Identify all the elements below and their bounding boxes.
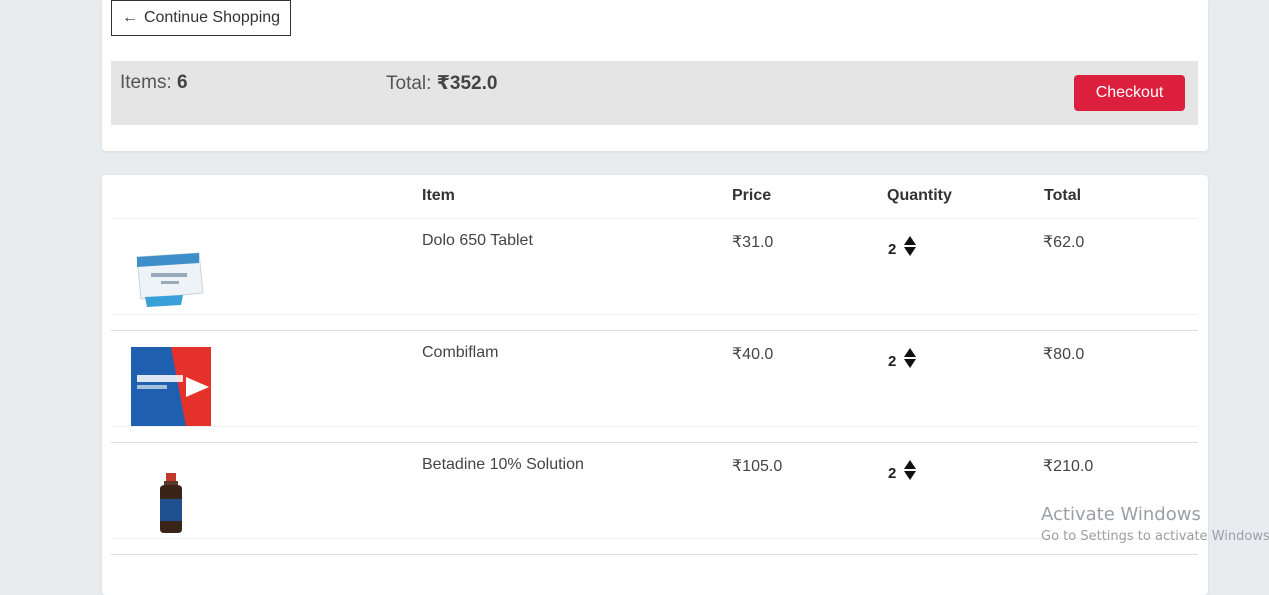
increment-icon[interactable] bbox=[904, 347, 917, 357]
item-price: ₹105.0 bbox=[732, 458, 783, 475]
table-row: Combiflam ₹40.0 2 ₹80.0 bbox=[111, 331, 1198, 443]
items-count: Items: 6 bbox=[120, 72, 188, 94]
increment-icon[interactable] bbox=[904, 459, 917, 469]
item-total: ₹210.0 bbox=[1043, 458, 1094, 475]
quantity-value: 2 bbox=[888, 353, 897, 370]
continue-shopping-label: Continue Shopping bbox=[143, 9, 281, 26]
items-count-value: 6 bbox=[177, 72, 188, 93]
decrement-icon[interactable] bbox=[904, 470, 917, 480]
activate-windows-watermark: Activate Windows Go to Settings to activ… bbox=[1041, 504, 1269, 544]
item-name: Dolo 650 Tablet bbox=[422, 232, 533, 249]
increment-icon[interactable] bbox=[904, 235, 917, 245]
table-row: Dolo 650 Tablet ₹31.0 2 ₹62.0 bbox=[111, 219, 1198, 331]
item-price: ₹31.0 bbox=[732, 234, 774, 251]
header-item: Item bbox=[422, 187, 455, 204]
item-name: Combiflam bbox=[422, 344, 499, 361]
quantity-value: 2 bbox=[888, 241, 897, 258]
product-image-combiflam bbox=[131, 347, 211, 427]
header-price: Price bbox=[732, 187, 772, 204]
watermark-title: Activate Windows bbox=[1041, 504, 1201, 525]
item-name: Betadine 10% Solution bbox=[422, 456, 584, 473]
row-divider bbox=[111, 314, 1198, 315]
quantity-stepper[interactable]: 2 bbox=[888, 457, 917, 482]
continue-shopping-button[interactable]: ← Continue Shopping bbox=[111, 0, 291, 36]
item-price: ₹40.0 bbox=[732, 346, 774, 363]
watermark-subtitle: Go to Settings to activate Windows. bbox=[1041, 529, 1269, 544]
quantity-value: 2 bbox=[888, 465, 897, 482]
total-value: ₹352.0 bbox=[436, 73, 498, 94]
item-total: ₹80.0 bbox=[1043, 346, 1085, 363]
item-total: ₹62.0 bbox=[1043, 234, 1085, 251]
checkout-button[interactable]: Checkout bbox=[1074, 75, 1185, 111]
header-total: Total bbox=[1044, 187, 1082, 204]
decrement-icon[interactable] bbox=[904, 246, 917, 256]
quantity-spinner[interactable] bbox=[904, 235, 917, 256]
cart-total: Total: ₹352.0 bbox=[386, 72, 497, 95]
row-divider bbox=[111, 426, 1198, 427]
product-image-dolo bbox=[131, 235, 211, 315]
quantity-stepper[interactable]: 2 bbox=[888, 345, 917, 370]
quantity-stepper[interactable]: 2 bbox=[888, 233, 917, 258]
row-divider bbox=[111, 538, 1198, 539]
header-quantity: Quantity bbox=[887, 187, 952, 204]
row-divider bbox=[111, 554, 1198, 555]
table-row: Betadine 10% Solution ₹105.0 2 ₹210.0 bbox=[111, 443, 1198, 555]
quantity-spinner[interactable] bbox=[904, 347, 917, 368]
decrement-icon[interactable] bbox=[904, 358, 917, 368]
quantity-spinner[interactable] bbox=[904, 459, 917, 480]
product-image-betadine bbox=[131, 459, 211, 539]
items-label: Items: bbox=[120, 72, 172, 93]
summary-bar: Items: 6 Total: ₹352.0 Checkout bbox=[111, 61, 1198, 125]
arrow-left-icon: ← bbox=[121, 9, 138, 26]
cart-summary-card: ← Continue Shopping Items: 6 Total: ₹352… bbox=[102, 0, 1208, 151]
total-label: Total: bbox=[386, 73, 432, 94]
